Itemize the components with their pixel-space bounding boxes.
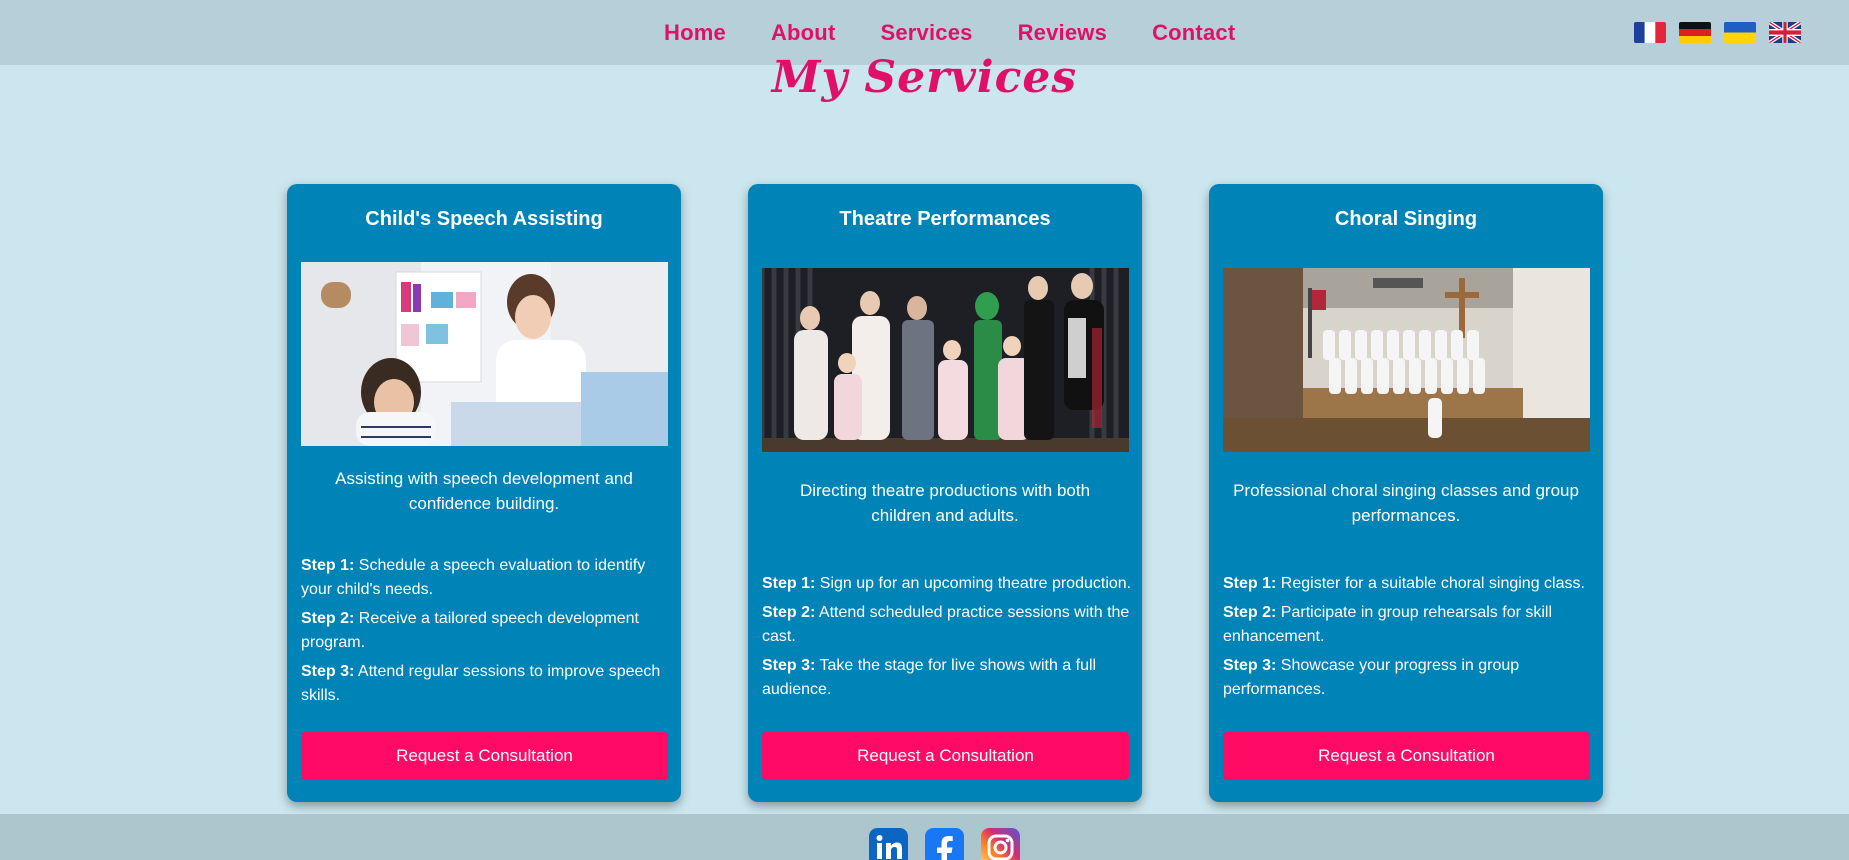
step-item: Step 2: Participate in group rehearsals …	[1223, 601, 1593, 649]
step-label: Step 3:	[1223, 657, 1277, 674]
card-title: Theatre Performances	[839, 208, 1051, 230]
card-description: Professional choral singing classes and …	[1233, 481, 1579, 525]
step-text: Sign up for an upcoming theatre producti…	[819, 575, 1132, 592]
service-card-choral: Choral Singing Professional choral singi…	[1209, 184, 1603, 802]
step-item: Step 2: Attend scheduled practice sessio…	[762, 601, 1132, 649]
step-label: Step 1:	[301, 557, 355, 574]
choral-singing-image	[1223, 268, 1590, 452]
nav-link-reviews[interactable]: Reviews	[1018, 20, 1107, 46]
nav-link-home[interactable]: Home	[664, 20, 726, 46]
step-label: Step 3:	[301, 663, 355, 680]
request-consultation-button[interactable]: Request a Consultation	[762, 732, 1129, 780]
steps-list: Step 1: Schedule a speech evaluation to …	[301, 554, 671, 713]
speech-assisting-image	[301, 262, 668, 446]
step-item: Step 2: Receive a tailored speech develo…	[301, 607, 671, 655]
request-consultation-button[interactable]: Request a Consultation	[301, 732, 668, 780]
facebook-icon[interactable]	[925, 828, 964, 860]
card-title: Choral Singing	[1334, 208, 1478, 230]
instagram-icon[interactable]	[981, 828, 1020, 860]
social-links	[869, 828, 1020, 860]
step-label: Step 2:	[1223, 604, 1277, 621]
step-label: Step 2:	[301, 610, 355, 627]
step-item: Step 3: Take the stage for live shows wi…	[762, 654, 1132, 702]
steps-list: Step 1: Register for a suitable choral s…	[1223, 572, 1593, 707]
french-flag-icon[interactable]	[1634, 22, 1666, 43]
step-label: Step 1:	[1223, 575, 1277, 592]
nav-link-contact[interactable]: Contact	[1152, 20, 1235, 46]
step-item: Step 1: Sign up for an upcoming theatre …	[762, 572, 1132, 596]
services-cards: Child's Speech Assisting Assisting with …	[287, 184, 1603, 802]
card-description: Directing theatre productions with both …	[799, 481, 1091, 525]
step-label: Step 3:	[762, 657, 816, 674]
card-description: Assisting with speech development and co…	[335, 469, 633, 513]
step-text: Attend regular sessions to improve speec…	[301, 663, 661, 704]
step-text: Attend scheduled practice sessions with …	[762, 604, 1130, 645]
theatre-performance-image	[762, 268, 1129, 452]
card-title: Child's Speech Assisting	[365, 208, 603, 230]
step-item: Step 1: Schedule a speech evaluation to …	[301, 554, 671, 602]
uk-flag-icon[interactable]	[1769, 22, 1801, 43]
step-item: Step 3: Showcase your progress in group …	[1223, 654, 1593, 702]
steps-list: Step 1: Sign up for an upcoming theatre …	[762, 572, 1132, 707]
language-switcher	[1634, 22, 1801, 43]
page-title: My Services	[771, 52, 1078, 103]
request-consultation-button[interactable]: Request a Consultation	[1223, 732, 1590, 780]
step-label: Step 2:	[762, 604, 816, 621]
step-item: Step 1: Register for a suitable choral s…	[1223, 572, 1593, 596]
service-card-speech: Child's Speech Assisting Assisting with …	[287, 184, 681, 802]
footer	[0, 814, 1849, 860]
linkedin-icon[interactable]	[869, 828, 908, 860]
step-text: Register for a suitable choral singing c…	[1280, 575, 1585, 592]
german-flag-icon[interactable]	[1679, 22, 1711, 43]
nav-link-about[interactable]: About	[771, 20, 836, 46]
service-card-theatre: Theatre Performances Directing theatre p…	[748, 184, 1142, 802]
nav-link-services[interactable]: Services	[880, 20, 972, 46]
step-label: Step 1:	[762, 575, 816, 592]
ukrainian-flag-icon[interactable]	[1724, 22, 1756, 43]
step-item: Step 3: Attend regular sessions to impro…	[301, 660, 671, 708]
